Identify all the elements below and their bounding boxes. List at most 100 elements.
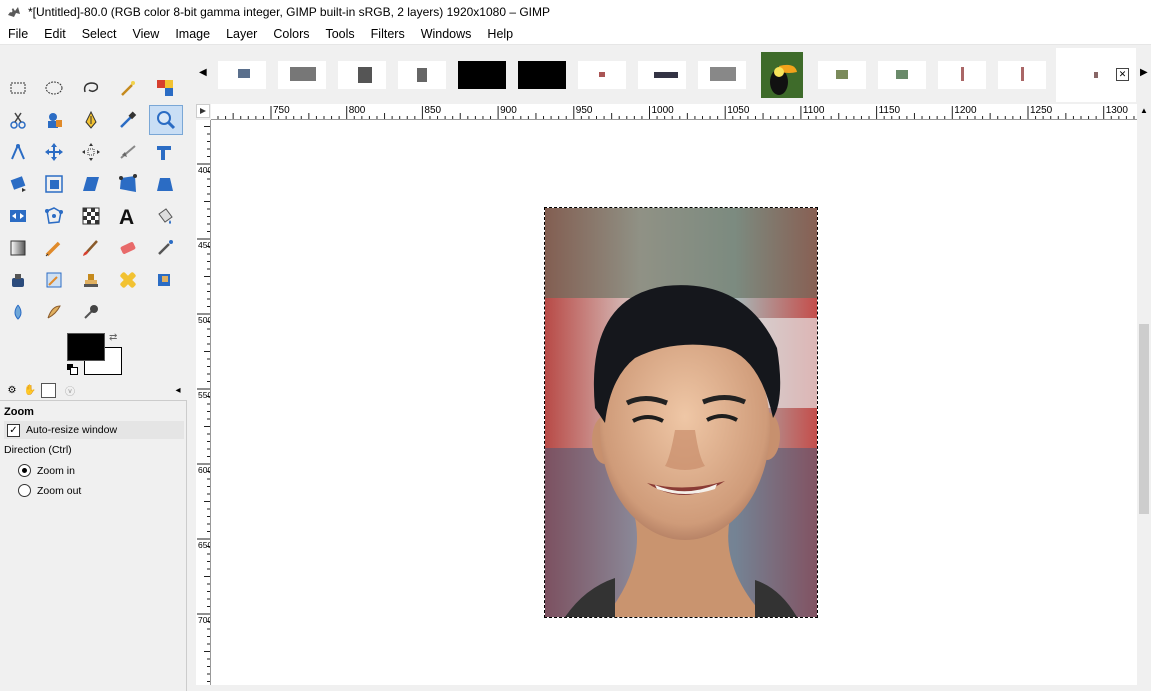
pointer-tab-icon[interactable]: ⓥ — [62, 382, 78, 398]
flip-tool-icon[interactable] — [4, 202, 32, 230]
tabs-left-arrow-icon[interactable]: ◀ — [199, 67, 207, 78]
scale-tool-icon[interactable] — [40, 170, 68, 198]
image-tab-2[interactable] — [272, 48, 332, 102]
dock-tabs: ⚙ ✋ ⓥ ◂ — [0, 380, 190, 400]
warp-transform-tool-icon[interactable] — [77, 202, 105, 230]
image-tab-6[interactable] — [512, 48, 572, 102]
ruler-label: 450 — [198, 240, 211, 250]
vertical-scrollbar[interactable]: ▲ — [1137, 104, 1151, 685]
image-tab-12[interactable] — [872, 48, 932, 102]
image-tab-11[interactable] — [812, 48, 872, 102]
ruler-label: 800 — [348, 105, 366, 116]
tool-options-tab-icon[interactable]: ⚙ — [4, 382, 20, 398]
ruler-label: 600 — [198, 465, 211, 475]
pencil-tool-icon[interactable] — [40, 234, 68, 262]
menu-layer[interactable]: Layer — [218, 27, 265, 41]
configure-tab-icon[interactable]: ◂ — [170, 382, 186, 398]
menu-colors[interactable]: Colors — [265, 27, 317, 41]
image-tab-14[interactable] — [992, 48, 1052, 102]
ruler-label: 400 — [198, 165, 211, 175]
image-tab-7[interactable] — [572, 48, 632, 102]
paintbrush-tool-icon[interactable] — [77, 234, 105, 262]
ruler-label: 1300 — [1105, 105, 1128, 116]
auto-resize-checkbox[interactable]: ✓ Auto-resize window — [4, 421, 184, 439]
fuzzy-select-tool-icon[interactable] — [114, 74, 142, 102]
image-tab-5[interactable] — [452, 48, 512, 102]
image-tab-10[interactable] — [752, 48, 812, 102]
shear-tool-icon[interactable] — [77, 170, 105, 198]
ruler-label: 1200 — [954, 105, 977, 116]
rotate-tool-icon[interactable] — [4, 170, 32, 198]
image-tabs-bar: ◀ ✕ ▶ — [192, 45, 1151, 103]
ruler-label: 1250 — [1030, 105, 1053, 116]
close-tab-icon[interactable]: ✕ — [1116, 68, 1129, 81]
image-tab-8[interactable] — [632, 48, 692, 102]
image-tab-9[interactable] — [692, 48, 752, 102]
auto-resize-label: Auto-resize window — [26, 424, 118, 436]
mypaint-brush-tool-icon[interactable] — [40, 266, 68, 294]
paths-tool-icon[interactable] — [77, 106, 105, 134]
bucket-fill-tool-icon[interactable] — [151, 202, 179, 230]
text-tool-icon[interactable]: A — [114, 202, 142, 230]
airbrush-tool-icon[interactable] — [151, 234, 179, 262]
foreground-color-swatch[interactable] — [67, 333, 105, 361]
toucan-thumbnail — [761, 52, 803, 98]
gimp-icon — [8, 7, 20, 17]
color-picker-tool-icon[interactable] — [114, 106, 142, 134]
image-tab-1[interactable] — [212, 48, 272, 102]
ink-tool-icon[interactable] — [4, 266, 32, 294]
image-tab-13[interactable] — [932, 48, 992, 102]
ruler-label: 500 — [198, 315, 211, 325]
image-tab-4[interactable] — [392, 48, 452, 102]
alignment-tool-icon[interactable] — [77, 138, 105, 166]
svg-text:A: A — [119, 206, 134, 227]
ellipse-select-tool-icon[interactable] — [40, 74, 68, 102]
menu-view[interactable]: View — [124, 27, 167, 41]
default-colors-icon[interactable] — [67, 364, 78, 375]
ruler-label: 1000 — [651, 105, 674, 116]
perspective-clone-tool-icon[interactable] — [151, 266, 179, 294]
device-status-tab-icon[interactable]: ✋ — [22, 382, 38, 398]
zoom-tool-icon[interactable] — [149, 105, 183, 135]
heal-tool-icon[interactable] — [114, 266, 142, 294]
images-tab-icon[interactable] — [41, 383, 56, 398]
perspective-tool-icon[interactable] — [114, 170, 142, 198]
gradient-tool-icon[interactable] — [4, 234, 32, 262]
zoom-out-radio[interactable]: Zoom out — [18, 484, 81, 497]
ruler-label: 750 — [273, 105, 290, 116]
scroll-up-icon[interactable]: ▲ — [1140, 106, 1148, 115]
select-by-color-tool-icon[interactable] — [151, 74, 179, 102]
cage-transform-tool-icon[interactable] — [40, 202, 68, 230]
3d-transform-tool-icon[interactable] — [151, 170, 179, 198]
scissors-tool-icon[interactable] — [4, 106, 32, 134]
menu-select[interactable]: Select — [74, 27, 125, 41]
menu-filters[interactable]: Filters — [363, 27, 413, 41]
menu-help[interactable]: Help — [479, 27, 521, 41]
free-select-tool-icon[interactable] — [77, 74, 105, 102]
menu-file[interactable]: File — [0, 27, 36, 41]
zoom-in-radio[interactable]: Zoom in — [18, 464, 75, 477]
crop-tool-icon[interactable] — [114, 138, 142, 166]
menu-tools[interactable]: Tools — [317, 27, 362, 41]
foreground-select-tool-icon[interactable] — [40, 106, 68, 134]
rect-select-tool-icon[interactable] — [4, 74, 32, 102]
swap-colors-icon[interactable]: ⇄ — [109, 332, 117, 343]
tabs-right-arrow-icon[interactable]: ▶ — [1140, 67, 1148, 78]
scrollbar-thumb[interactable] — [1139, 324, 1149, 514]
measure-tool-icon[interactable] — [4, 138, 32, 166]
clone-tool-icon[interactable] — [77, 266, 105, 294]
menu-edit[interactable]: Edit — [36, 27, 74, 41]
ruler-corner[interactable] — [196, 104, 210, 118]
blur-sharpen-tool-icon[interactable] — [4, 298, 32, 326]
ruler-label: 850 — [424, 105, 442, 116]
eraser-tool-icon[interactable] — [114, 234, 142, 262]
image-tab-3[interactable] — [332, 48, 392, 102]
dodge-burn-tool-icon[interactable] — [77, 298, 105, 326]
smudge-tool-icon[interactable] — [40, 298, 68, 326]
ruler-label: 950 — [575, 105, 593, 116]
unified-transform-tool-icon[interactable] — [151, 138, 179, 166]
horizontal-ruler: 750 800 850 900 950 1000 1050 1100 1150 1200 1250 1… — [211, 104, 1137, 120]
menu-windows[interactable]: Windows — [413, 27, 480, 41]
menu-image[interactable]: Image — [167, 27, 218, 41]
move-tool-icon[interactable] — [40, 138, 68, 166]
